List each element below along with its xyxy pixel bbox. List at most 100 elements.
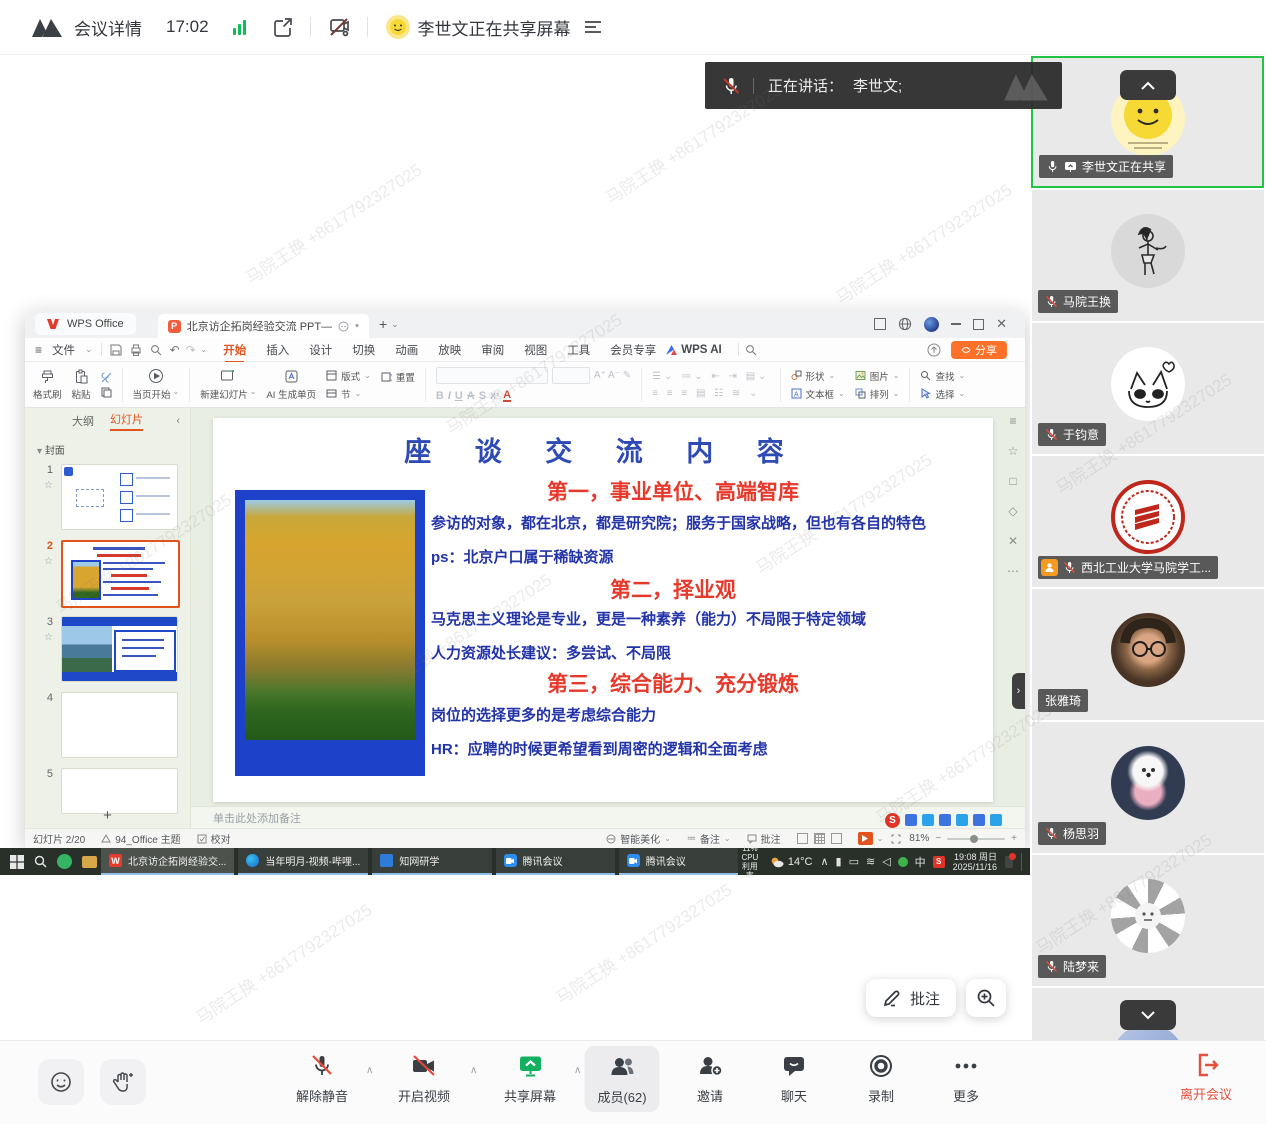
zoom-out-button[interactable]: − — [935, 833, 941, 844]
font-color-button[interactable]: A — [503, 390, 511, 402]
close-button[interactable]: ✕ — [996, 316, 1007, 332]
history-chevron-icon[interactable]: ⌄ — [200, 344, 208, 355]
save-icon[interactable] — [110, 344, 122, 356]
search-icon[interactable] — [745, 344, 757, 356]
meeting-details-link[interactable]: 会议详情 — [74, 15, 142, 40]
share-screen-button[interactable]: 共享屏幕 — [504, 1052, 556, 1105]
participant-tile[interactable]: 于钧意 — [1032, 323, 1264, 454]
slide-photo[interactable] — [235, 490, 425, 776]
participant-tile[interactable]: 马院王换 — [1032, 190, 1264, 321]
notification-center-icon[interactable] — [1005, 856, 1013, 868]
workspace-icon[interactable] — [874, 318, 886, 330]
ribbon-tab-animation[interactable]: 动画 — [395, 342, 418, 358]
minimize-button[interactable] — [951, 323, 961, 325]
file-explorer-icon[interactable] — [82, 856, 97, 868]
tray-expand-icon[interactable]: ∧ — [820, 855, 828, 868]
wps-document-tab[interactable]: P 北京访企拓岗经验交流 PPT— • — [158, 314, 369, 338]
ime-toolbar[interactable]: S — [885, 812, 1002, 828]
ribbon-tab-view[interactable]: 视图 — [524, 342, 547, 358]
weather-widget[interactable]: 14°C — [770, 856, 813, 868]
ai-generate-button[interactable]: AI 生成单页 — [266, 369, 316, 401]
slide-heading-1[interactable]: 第一，事业单位、高端智库 — [353, 476, 993, 506]
picture-button[interactable]: 图片⌄ — [855, 369, 900, 383]
beautify-button[interactable]: 智能美化⌄ — [606, 831, 671, 846]
layout-list-icon[interactable] — [583, 19, 603, 35]
redo-icon[interactable]: ↷ — [186, 343, 196, 357]
paste-button[interactable]: 粘贴 — [72, 369, 91, 401]
ribbon-tab-tools[interactable]: 工具 — [567, 342, 590, 358]
raise-hand-button[interactable] — [100, 1059, 146, 1105]
restore-button[interactable] — [973, 319, 984, 330]
expand-pane-handle[interactable]: › — [1012, 673, 1025, 709]
leave-meeting-button[interactable]: 离开会议 — [1180, 1052, 1232, 1103]
tray-wifi-icon[interactable]: ≋ — [866, 855, 875, 868]
grid-view-icon[interactable] — [814, 833, 825, 844]
notifications-off-icon[interactable] — [327, 15, 351, 39]
cpu-meter[interactable]: 11%CPU利用率 — [738, 844, 762, 880]
taskbar-app-meeting-2[interactable]: 腾讯会议 — [619, 848, 738, 875]
mic-options-chevron[interactable]: ∧ — [366, 1065, 373, 1076]
play-from-page-button[interactable]: 当页开始⌄ — [133, 368, 180, 401]
section-button[interactable]: 节⌄ — [326, 387, 371, 401]
taskbar-search-icon[interactable] — [34, 855, 47, 868]
ribbon-tab-slideshow[interactable]: 放映 — [438, 342, 461, 358]
new-slide-button[interactable]: 新建幻灯片⌄ — [200, 369, 256, 401]
zoom-in-button[interactable]: + — [1011, 833, 1017, 844]
ribbon-tab-transition[interactable]: 切换 — [352, 342, 375, 358]
reset-button[interactable]: 重置 — [381, 370, 415, 384]
menu-file[interactable]: 文件 — [52, 342, 75, 358]
ribbon-tab-design[interactable]: 设计 — [309, 342, 332, 358]
slides-tab[interactable]: 幻灯片 — [110, 411, 143, 431]
read-view-icon[interactable] — [831, 833, 842, 844]
globe-icon[interactable] — [898, 317, 912, 331]
underline-button[interactable]: U — [455, 390, 463, 402]
shadow-button[interactable]: S — [479, 390, 486, 402]
sogou-tray-icon[interactable]: S — [933, 856, 945, 868]
tray-icon[interactable]: ▮ — [836, 855, 842, 868]
members-button[interactable]: 成员(62) — [584, 1046, 659, 1112]
slide-paragraph[interactable]: ps：北京户口属于稀缺资源 — [431, 546, 983, 567]
slide-thumb-row[interactable]: 1☆ — [33, 464, 178, 530]
ribbon-tab-member[interactable]: 会员专享 — [610, 342, 656, 358]
participant-tile-partial[interactable] — [1032, 988, 1264, 1040]
arrange-button[interactable]: 排列⌄ — [855, 387, 900, 401]
share-options-chevron[interactable]: ∧ — [574, 1065, 581, 1076]
notes-button[interactable]: ≔备注⌄ — [687, 831, 731, 846]
slide-thumb-row[interactable]: 4 — [33, 692, 178, 758]
ribbon-tab-wps-ai[interactable]: WPS AI — [681, 344, 721, 356]
side-tools-strip[interactable]: ≡☆□◇✕⋯ — [1003, 414, 1023, 578]
select-button[interactable]: 选择⌄ — [920, 387, 965, 401]
show-desktop-button[interactable] — [1021, 853, 1024, 871]
slide-paragraph[interactable]: 参访的对象，都在北京，都是研究院；服务于国家战略，但也有各自的特色 — [431, 512, 983, 533]
chat-button[interactable]: 聊天 — [781, 1052, 807, 1105]
preview-icon[interactable] — [150, 344, 162, 356]
slide-thumb-row[interactable]: 3☆ — [33, 616, 178, 682]
tray-icon[interactable]: ▭ — [849, 855, 859, 868]
ribbon-tab-insert[interactable]: 插入 — [266, 342, 289, 358]
slide-heading-2[interactable]: 第二，择业观 — [353, 574, 993, 604]
superscript-button[interactable]: X² — [490, 391, 499, 401]
shapes-button[interactable]: 形状⌄ — [791, 369, 845, 383]
ribbon-tab-review[interactable]: 审阅 — [481, 342, 504, 358]
taskbar-app-browser[interactable]: 当年明月-视频-哔哩... — [238, 848, 368, 875]
taskbar-app-wps[interactable]: W 北京访企拓岗经验交... — [101, 848, 234, 875]
textbox-button[interactable]: A文本框⌄ — [791, 387, 845, 401]
outline-tab[interactable]: 大纲 — [72, 413, 94, 429]
fit-screen-icon[interactable] — [891, 834, 901, 844]
slide-heading-3[interactable]: 第三，综合能力、充分锻炼 — [353, 668, 993, 698]
participant-tile[interactable]: 西北工业大学马院学工... — [1032, 456, 1264, 587]
more-button[interactable]: 更多 — [953, 1052, 979, 1105]
reactions-button[interactable] — [38, 1059, 84, 1105]
font-family-select[interactable] — [436, 367, 548, 384]
add-slide-button[interactable]: + — [25, 807, 190, 824]
invite-button[interactable]: 邀请 — [697, 1052, 723, 1105]
account-avatar[interactable] — [924, 317, 939, 332]
pinned-app-icon[interactable] — [57, 854, 72, 869]
taskbar-app-cnki[interactable]: 知网研学 — [372, 848, 491, 875]
taskbar-clock[interactable]: 19:08 周日2025/11/16 — [953, 852, 997, 872]
hamburger-icon[interactable]: ≡ — [35, 343, 42, 357]
normal-view-icon[interactable] — [797, 833, 808, 844]
collapse-panel-icon[interactable]: ‹ — [176, 415, 180, 427]
share-button[interactable]: 分享 — [951, 341, 1007, 359]
wps-home-tab[interactable]: WPS Office — [35, 313, 136, 335]
